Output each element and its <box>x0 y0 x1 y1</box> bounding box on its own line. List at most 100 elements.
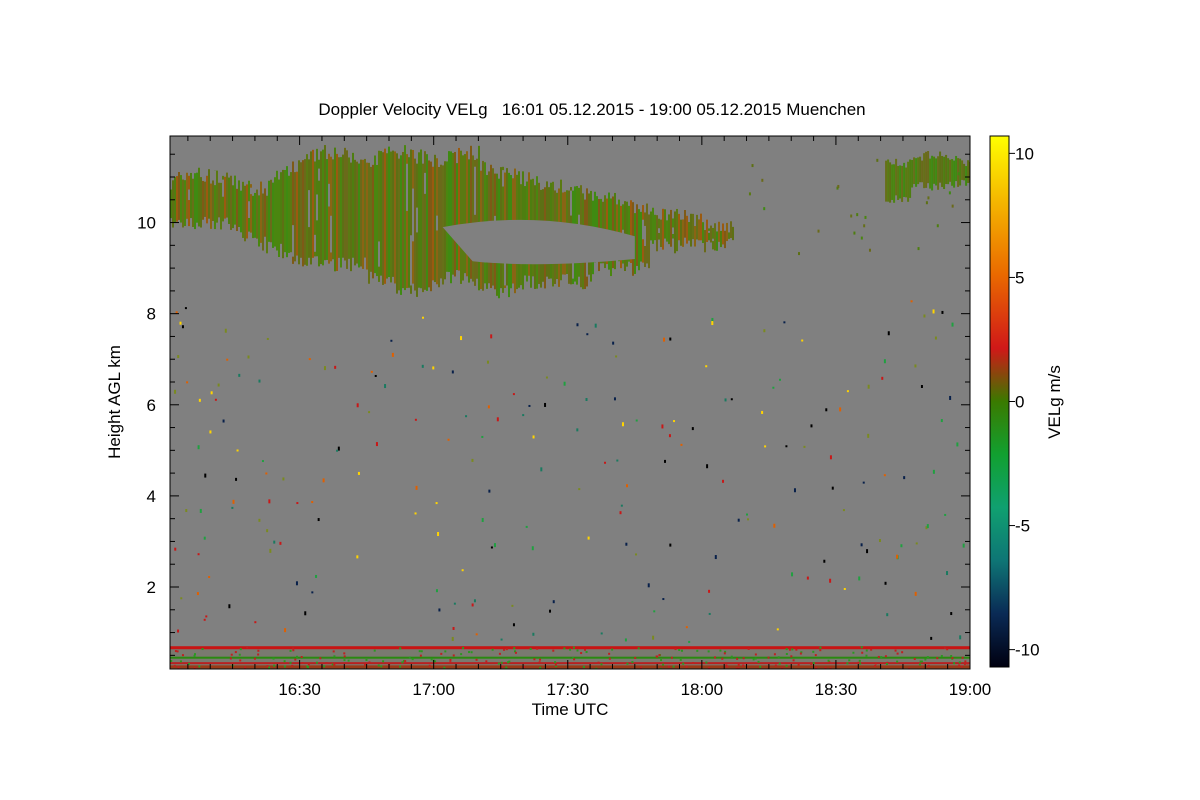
cloud-column <box>364 158 366 258</box>
cloud-column <box>442 165 444 285</box>
noise-speckle <box>532 632 535 636</box>
surface-speckle <box>742 657 745 660</box>
surface-speckle <box>958 661 961 664</box>
surface-speckle <box>569 648 572 651</box>
noise-speckle <box>926 524 929 529</box>
noise-speckle <box>452 626 455 630</box>
surface-speckle <box>573 658 576 661</box>
noise-speckle <box>764 445 767 448</box>
cloud-column <box>646 203 648 264</box>
noise-speckle <box>825 408 828 412</box>
cloud-column <box>424 151 426 290</box>
cloud-column <box>456 163 458 271</box>
cloud-column <box>466 151 468 277</box>
surface-speckle <box>470 651 473 654</box>
colorbar-tick-label: 10 <box>1015 144 1034 163</box>
cloud-column <box>350 162 352 272</box>
surface-speckle <box>870 648 873 651</box>
noise-speckle <box>368 411 371 414</box>
noise-speckle <box>549 609 552 613</box>
noise-speckle <box>461 569 464 572</box>
noise-speckle <box>451 370 454 374</box>
surface-speckle <box>301 662 304 665</box>
upper-cloud-column <box>941 155 944 187</box>
cloud-column <box>636 204 638 266</box>
noise-speckle <box>209 430 212 434</box>
upper-cloud-column <box>943 156 946 190</box>
surface-speckle <box>176 650 179 653</box>
x-tick-label: 19:00 <box>949 680 992 699</box>
noise-speckle <box>261 460 264 463</box>
surface-speckle <box>865 654 868 657</box>
cloud-column <box>376 164 378 277</box>
noise-speckle <box>944 513 947 516</box>
surface-speckle <box>266 665 269 668</box>
surface-speckle <box>674 648 677 651</box>
noise-speckle <box>578 488 581 491</box>
surface-speckle <box>289 661 292 664</box>
x-tick-label: 18:30 <box>815 680 858 699</box>
noise-speckle <box>625 542 628 546</box>
noise-speckle <box>866 549 869 554</box>
cloud-column <box>212 180 214 221</box>
noise-speckle <box>437 532 440 537</box>
colorbar-tick-label: 0 <box>1015 393 1024 412</box>
cloud-column <box>656 215 658 252</box>
surface-speckle <box>428 664 431 667</box>
noise-speckle <box>545 376 548 379</box>
surface-speckle <box>173 664 176 667</box>
noise-speckle <box>214 398 217 401</box>
surface-speckle <box>656 655 659 658</box>
cloud-column <box>306 154 308 266</box>
x-tick-label: 16:30 <box>278 680 321 699</box>
cloud-gap <box>416 207 418 233</box>
noise-speckle-high <box>876 158 879 162</box>
surface-speckle <box>292 649 295 652</box>
noise-speckle <box>862 481 865 484</box>
noise-speckle <box>604 461 607 464</box>
cloud-column <box>676 208 678 252</box>
cloud-column <box>418 152 420 288</box>
cloud-column <box>272 182 274 248</box>
surface-speckle <box>333 655 336 658</box>
cloud-column <box>708 228 710 241</box>
noise-speckle <box>254 621 257 624</box>
surface-speckle <box>680 649 683 652</box>
cloud-column <box>228 177 230 224</box>
surface-speckle <box>865 649 868 652</box>
surface-speckle <box>819 649 822 652</box>
cloud-column <box>366 162 368 270</box>
surface-speckle <box>936 657 939 660</box>
surface-speckle <box>961 656 964 659</box>
colorbar-tick-label: -5 <box>1015 517 1030 536</box>
noise-speckle <box>779 378 782 381</box>
cloud-gap <box>502 170 504 187</box>
cloud-gap <box>214 170 216 186</box>
upper-cloud-column <box>915 158 918 187</box>
noise-speckle <box>490 546 493 549</box>
noise-speckle <box>691 427 694 431</box>
noise-speckle <box>177 629 180 633</box>
surface-speckle <box>503 648 506 651</box>
surface-speckle <box>719 649 722 652</box>
surface-speckle <box>737 663 740 666</box>
noise-speckle <box>793 488 796 493</box>
cloud-column <box>648 214 650 269</box>
surface-speckle <box>958 664 961 667</box>
noise-speckle <box>512 393 515 396</box>
upper-cloud-column <box>913 157 916 185</box>
surface-speckle <box>283 665 286 668</box>
surface-speckle <box>460 653 463 656</box>
noise-speckle <box>843 587 846 590</box>
surface-speckle <box>554 663 557 666</box>
noise-speckle <box>203 618 206 621</box>
cloud-column <box>356 161 358 264</box>
noise-speckle <box>776 628 779 631</box>
noise-speckle <box>334 365 337 369</box>
surface-speckle <box>497 662 500 665</box>
cloud-column <box>256 189 258 239</box>
surface-speckle <box>498 652 501 655</box>
surface-speckle <box>874 664 877 667</box>
cloud-column <box>246 184 248 239</box>
x-tick-label: 17:30 <box>546 680 589 699</box>
